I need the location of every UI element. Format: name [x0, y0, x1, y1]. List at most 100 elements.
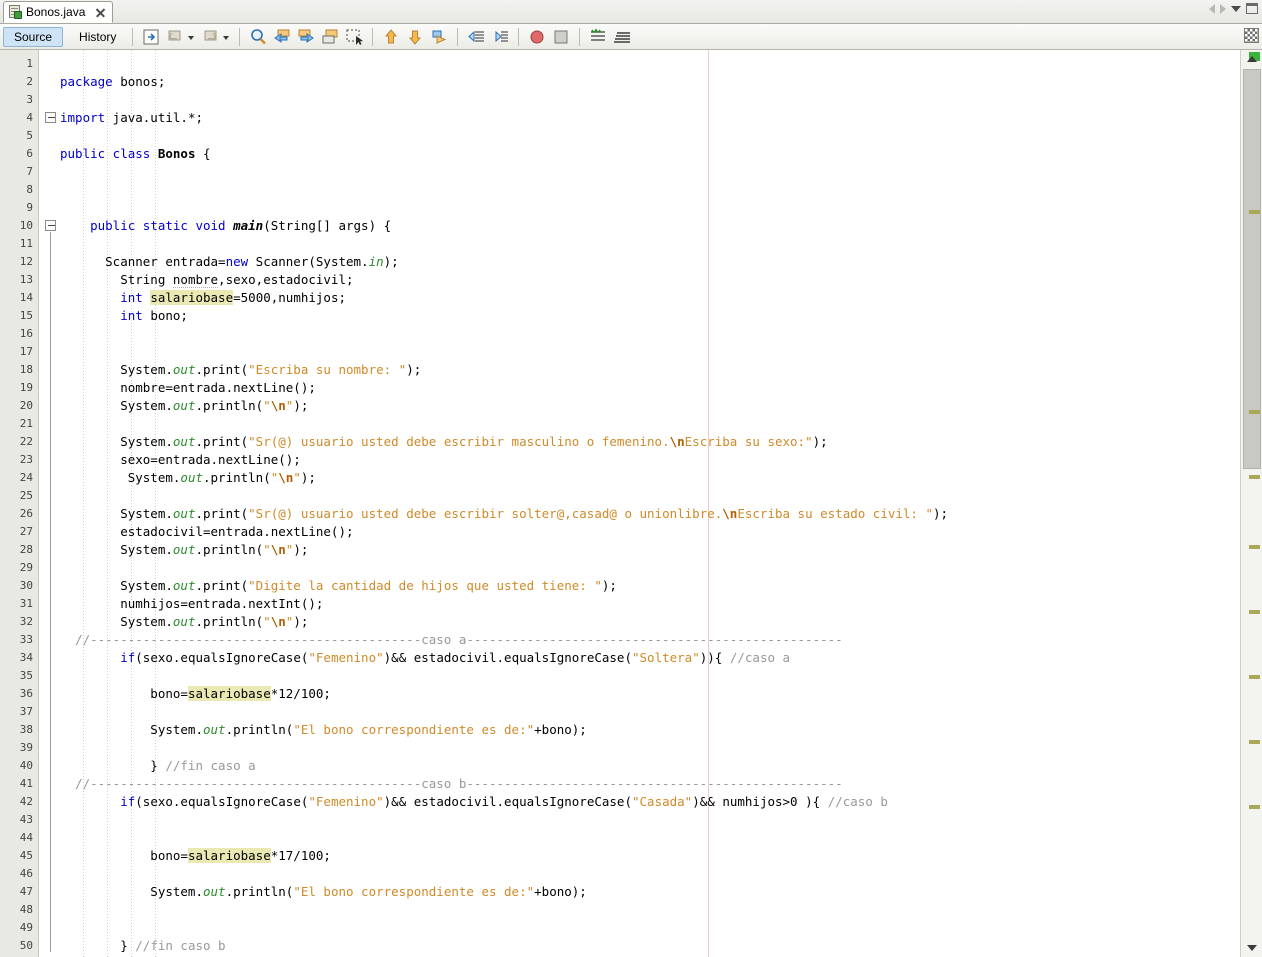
redo-dropdown-icon[interactable]	[222, 27, 231, 47]
line-number: 48	[19, 903, 33, 916]
occurrence-marker[interactable]	[1249, 410, 1260, 414]
code-line[interactable]: System.out.println("\n");	[60, 613, 308, 631]
scrollbar-thumb[interactable]	[1243, 69, 1261, 469]
stop-macro-icon[interactable]	[551, 27, 571, 47]
code-line[interactable]: numhijos=entrada.nextInt();	[60, 595, 323, 613]
code-line[interactable]: System.out.print("Digite la cantidad de …	[60, 577, 617, 595]
editor-tab-bonos-java[interactable]: Bonos.java	[3, 1, 114, 23]
code-line[interactable]: System.out.println("\n");	[60, 541, 308, 559]
shift-right-icon[interactable]	[490, 27, 510, 47]
code-line[interactable]: bono=salariobase*12/100;	[60, 685, 331, 703]
select-rectangular-icon[interactable]	[344, 27, 364, 47]
code-token: .println(	[225, 722, 294, 737]
close-icon[interactable]	[95, 7, 106, 18]
expand-editor-icon[interactable]	[1244, 28, 1259, 43]
next-bookmark-icon[interactable]	[296, 27, 316, 47]
occurrence-marker[interactable]	[1249, 805, 1260, 809]
code-line[interactable]: } //fin caso b	[60, 937, 225, 955]
occurrence-marker[interactable]	[1249, 475, 1260, 479]
occurrence-marker[interactable]	[1249, 740, 1260, 744]
fold-toggle-icon[interactable]	[45, 220, 56, 231]
code-line[interactable]: //--------------------------------------…	[60, 631, 843, 649]
line-number: 38	[19, 723, 33, 736]
source-code-text[interactable]: package bonos; import java.util.*; public …	[60, 50, 1240, 957]
undo-dropdown-icon[interactable]	[187, 27, 196, 47]
chevron-down-icon[interactable]	[1231, 5, 1241, 12]
next-error-icon[interactable]	[405, 27, 425, 47]
fold-toggle-icon[interactable]	[45, 112, 56, 123]
code-token: nombre=entrada.nextLine();	[60, 380, 316, 395]
scroll-down-icon[interactable]	[1243, 940, 1261, 956]
code-line[interactable]: int salariobase=5000,numhijos;	[60, 289, 346, 307]
occurrence-marker[interactable]	[1249, 210, 1260, 214]
code-line[interactable]: System.out.println("\n");	[60, 469, 316, 487]
line-number: 23	[19, 453, 33, 466]
code-line[interactable]: public static void main(String[] args) {	[60, 217, 391, 235]
occurrence-marker[interactable]	[1249, 545, 1260, 549]
code-token: out	[172, 542, 196, 557]
code-token: "	[293, 470, 301, 485]
tab-source[interactable]: Source	[3, 26, 64, 47]
code-line[interactable]: Scanner entrada=new Scanner(System.in);	[60, 253, 399, 271]
code-line[interactable]: //--------------------------------------…	[60, 775, 843, 793]
last-edit-icon[interactable]	[141, 27, 161, 47]
code-token: //caso a	[729, 650, 791, 665]
toggle-bookmark-icon[interactable]	[320, 27, 340, 47]
code-line[interactable]: estadocivil=entrada.nextLine();	[60, 523, 353, 541]
code-token: );	[406, 362, 422, 377]
record-macro-icon[interactable]	[527, 27, 547, 47]
code-line[interactable]: bono=salariobase*17/100;	[60, 847, 331, 865]
line-number: 2	[26, 75, 33, 88]
code-token: new	[225, 254, 249, 269]
tab-history[interactable]: History	[69, 27, 126, 47]
code-line[interactable]: public class Bonos {	[60, 145, 211, 163]
code-line[interactable]: System.out.println("\n");	[60, 397, 308, 415]
code-token: {	[195, 146, 211, 161]
arrow-left-icon[interactable]	[1209, 3, 1215, 14]
code-line[interactable]: int bono;	[60, 307, 188, 325]
code-token: in	[368, 254, 384, 269]
code-line[interactable]: System.out.print("Sr(@) usuario usted de…	[60, 505, 948, 523]
code-editor-area[interactable]: 1 2 3 4 5 6 7 8 9 10 11 12 13 14 15 16 17 18 19 20 21 22 23 24 2…	[0, 50, 1262, 957]
code-line[interactable]: if(sexo.equalsIgnoreCase("Femenino")&& e…	[60, 649, 790, 667]
code-line[interactable]: System.out.println("El bono correspondie…	[60, 721, 587, 739]
toggle-breakpoint-icon[interactable]	[429, 27, 449, 47]
arrow-right-icon[interactable]	[1220, 3, 1226, 14]
code-line[interactable]: String nombre,sexo,estadocivil;	[60, 271, 354, 289]
occurrence-marker[interactable]	[1249, 675, 1260, 679]
code-token: salariobase	[187, 848, 271, 863]
occurrence-marker[interactable]	[1249, 610, 1260, 614]
code-line[interactable]: } //fin caso a	[60, 757, 255, 775]
inspect-members-icon[interactable]	[588, 27, 608, 47]
code-line[interactable]: System.out.print("Sr(@) usuario usted de…	[60, 433, 827, 451]
inspect-hierarchy-icon[interactable]	[612, 27, 632, 47]
code-token: \n	[278, 470, 294, 485]
code-token: "Femenino"	[308, 794, 384, 809]
previous-error-icon[interactable]	[381, 27, 401, 47]
vertical-scrollbar[interactable]	[1240, 50, 1262, 957]
code-line[interactable]: import java.util.*;	[60, 109, 203, 127]
previous-bookmark-icon[interactable]	[272, 27, 292, 47]
find-icon[interactable]	[248, 27, 268, 47]
line-number: 16	[19, 327, 33, 340]
maximize-icon[interactable]	[1246, 3, 1258, 14]
code-line[interactable]: System.out.println("El bono correspondie…	[60, 883, 587, 901]
undo-icon[interactable]	[165, 27, 185, 47]
shift-left-icon[interactable]	[466, 27, 486, 47]
code-token: nombre	[172, 272, 219, 288]
code-fold-column[interactable]	[40, 50, 60, 957]
code-token: System.	[60, 398, 173, 413]
code-line[interactable]: if(sexo.equalsIgnoreCase("Femenino")&& e…	[60, 793, 888, 811]
code-line[interactable]: sexo=entrada.nextLine();	[60, 451, 301, 469]
code-line[interactable]: package bonos;	[60, 73, 165, 91]
code-line[interactable]: nombre=entrada.nextLine();	[60, 379, 316, 397]
fold-connector	[50, 232, 51, 952]
code-line[interactable]: System.out.print("Escriba su nombre: ");	[60, 361, 421, 379]
redo-icon[interactable]	[200, 27, 220, 47]
code-token: bono=	[60, 848, 188, 863]
scroll-up-icon[interactable]	[1243, 51, 1261, 67]
editor-tab-bar: Bonos.java	[0, 0, 1262, 24]
line-number: 22	[19, 435, 33, 448]
